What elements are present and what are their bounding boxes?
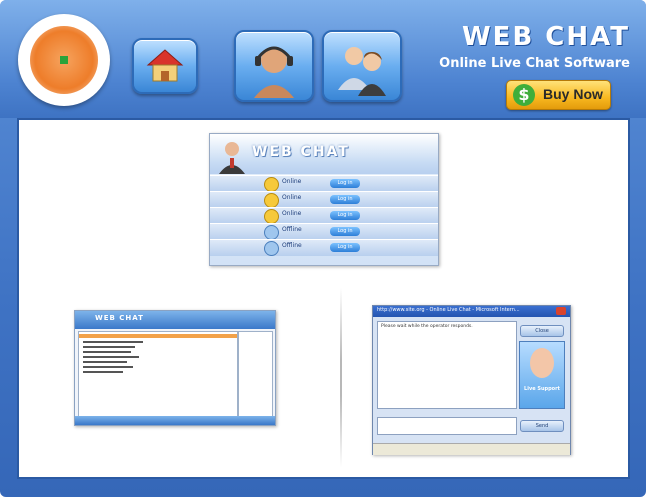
- users-icon: [338, 47, 386, 96]
- browser-statusbar: [373, 443, 570, 455]
- console-sidebar: [238, 331, 273, 417]
- operator-console-screenshot: WEB CHAT: [74, 310, 276, 426]
- browser-title: http://www.site.org - Online Live Chat -…: [377, 307, 520, 313]
- visitor-list: [78, 331, 238, 417]
- buy-now-button[interactable]: $ Buy Now: [506, 80, 611, 110]
- log-in-button[interactable]: Log in: [330, 195, 360, 204]
- close-button[interactable]: Close: [520, 325, 564, 337]
- app-frame: WEB CHAT Online Live Chat Software $ Buy…: [0, 0, 646, 497]
- brand-subtitle: Online Live Chat Software: [439, 56, 630, 71]
- content-panel: WEB CHAT Online Log in Online Log in Onl…: [17, 118, 630, 479]
- support-agent-icon: [530, 348, 554, 378]
- close-icon[interactable]: [556, 307, 566, 315]
- console-title: WEB CHAT: [95, 314, 144, 322]
- operator-avatar-icon: [219, 142, 245, 174]
- log-in-button[interactable]: Log in: [330, 243, 360, 252]
- smiley-icon: [264, 209, 279, 224]
- home-button[interactable]: [132, 38, 198, 94]
- support-agent-icon: [254, 46, 294, 98]
- operator-status: Online: [282, 194, 302, 201]
- smiley-icon: [264, 193, 279, 208]
- users-button[interactable]: [322, 30, 402, 102]
- list-item: Offline Log in: [210, 223, 438, 240]
- log-in-button[interactable]: Log in: [330, 227, 360, 236]
- sad-face-icon: [264, 225, 279, 240]
- list-item: Offline Log in: [210, 239, 438, 256]
- message-input[interactable]: [377, 417, 517, 435]
- list-item: Online Log in: [210, 175, 438, 192]
- chat-panel-header: WEB CHAT: [210, 134, 438, 174]
- browser-titlebar: http://www.site.org - Online Live Chat -…: [373, 306, 570, 317]
- operator-status: Online: [282, 178, 302, 185]
- live-support-label: Live Support: [524, 386, 560, 392]
- logo: [18, 14, 110, 106]
- browser-chat-screenshot: http://www.site.org - Online Live Chat -…: [372, 305, 571, 455]
- support-agent-button[interactable]: [234, 30, 314, 102]
- operator-status: Offline: [282, 226, 302, 233]
- list-item: Online Log in: [210, 191, 438, 208]
- divider: [340, 288, 342, 468]
- console-header: WEB CHAT: [75, 311, 275, 329]
- buy-now-label: Buy Now: [543, 86, 603, 102]
- dollar-icon: $: [513, 84, 535, 106]
- operator-status: Offline: [282, 242, 302, 249]
- support-photo: Live Support: [519, 341, 565, 409]
- chat-message: Please wait while the operator responds.: [381, 324, 473, 329]
- chat-status-screenshot: WEB CHAT Online Log in Online Log in Onl…: [209, 133, 439, 266]
- chat-transcript: Please wait while the operator responds.: [377, 321, 517, 409]
- send-button[interactable]: Send: [520, 420, 564, 432]
- chat-panel-title: WEB CHAT: [252, 144, 350, 160]
- log-in-button[interactable]: Log in: [330, 179, 360, 188]
- operator-status: Online: [282, 210, 302, 217]
- home-icon: [146, 49, 184, 82]
- brand-title: WEB CHAT: [462, 22, 630, 52]
- smiley-icon: [264, 177, 279, 192]
- sad-face-icon: [264, 241, 279, 256]
- logo-icon: [30, 26, 98, 94]
- list-item: Online Log in: [210, 207, 438, 224]
- log-in-button[interactable]: Log in: [330, 211, 360, 220]
- console-footer: [75, 416, 275, 425]
